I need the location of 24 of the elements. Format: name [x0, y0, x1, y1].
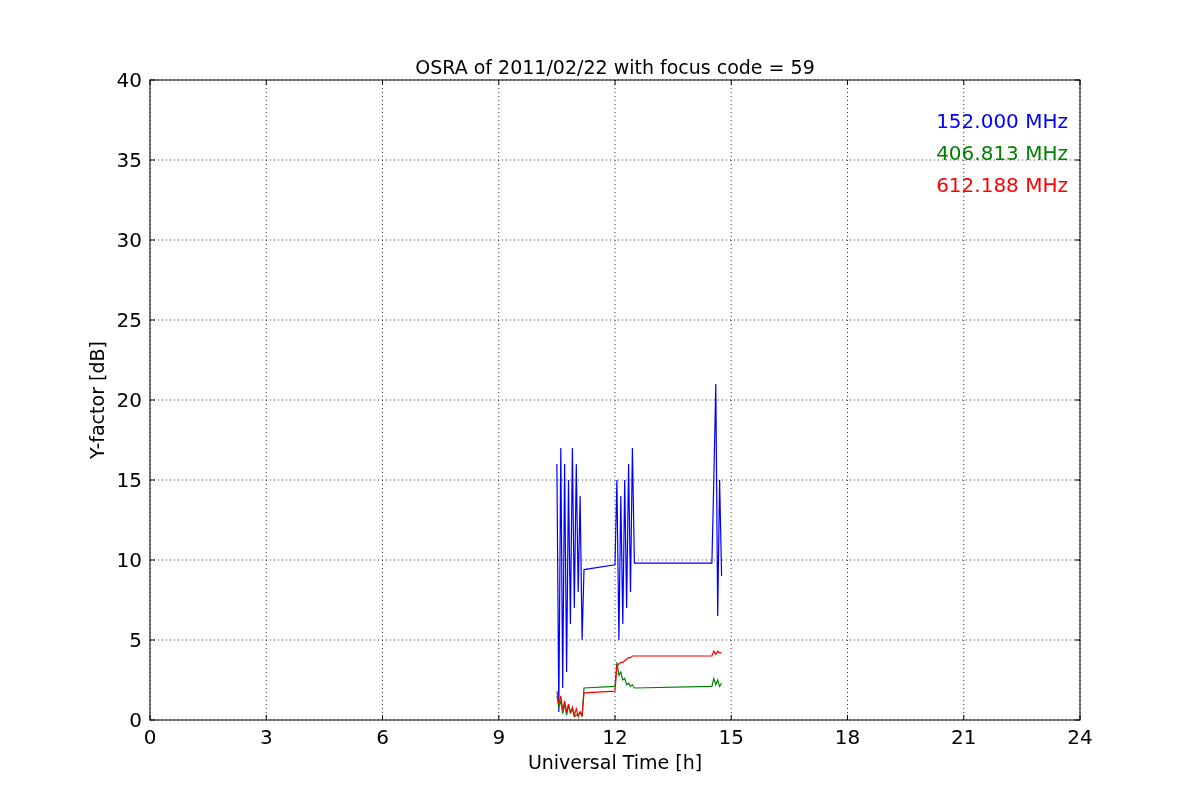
x-tick-label: 18 — [834, 725, 861, 749]
legend-label: 612.188 MHz — [936, 173, 1068, 197]
y-tick-label: 0 — [129, 708, 142, 732]
x-tick-label: 0 — [143, 725, 157, 749]
x-tick-label: 3 — [259, 725, 273, 749]
y-tick-label: 40 — [116, 68, 142, 92]
y-tick-label: 5 — [129, 628, 142, 652]
y-tick-label: 25 — [116, 308, 142, 332]
x-axis-label: Universal Time [h] — [527, 751, 703, 773]
legend-label: 152.000 MHz — [936, 109, 1068, 133]
y-tick-label: 15 — [116, 468, 142, 492]
legend-label: 406.813 MHz — [936, 141, 1068, 165]
x-tick-label: 21 — [951, 725, 977, 749]
chart-title: OSRA of 2011/02/22 with focus code = 59 — [415, 56, 815, 78]
y-tick-label: 20 — [116, 388, 142, 412]
x-tick-label: 12 — [602, 725, 628, 749]
x-tick-label: 9 — [492, 725, 506, 749]
x-tick-label: 6 — [376, 725, 389, 749]
y-axis-label: Y-factor [dB] — [86, 341, 108, 459]
y-tick-label: 10 — [116, 548, 142, 572]
x-tick-label: 24 — [1067, 725, 1093, 749]
y-tick-label: 30 — [116, 228, 142, 252]
y-tick-label: 35 — [116, 148, 142, 172]
x-tick-label: 15 — [718, 725, 744, 749]
